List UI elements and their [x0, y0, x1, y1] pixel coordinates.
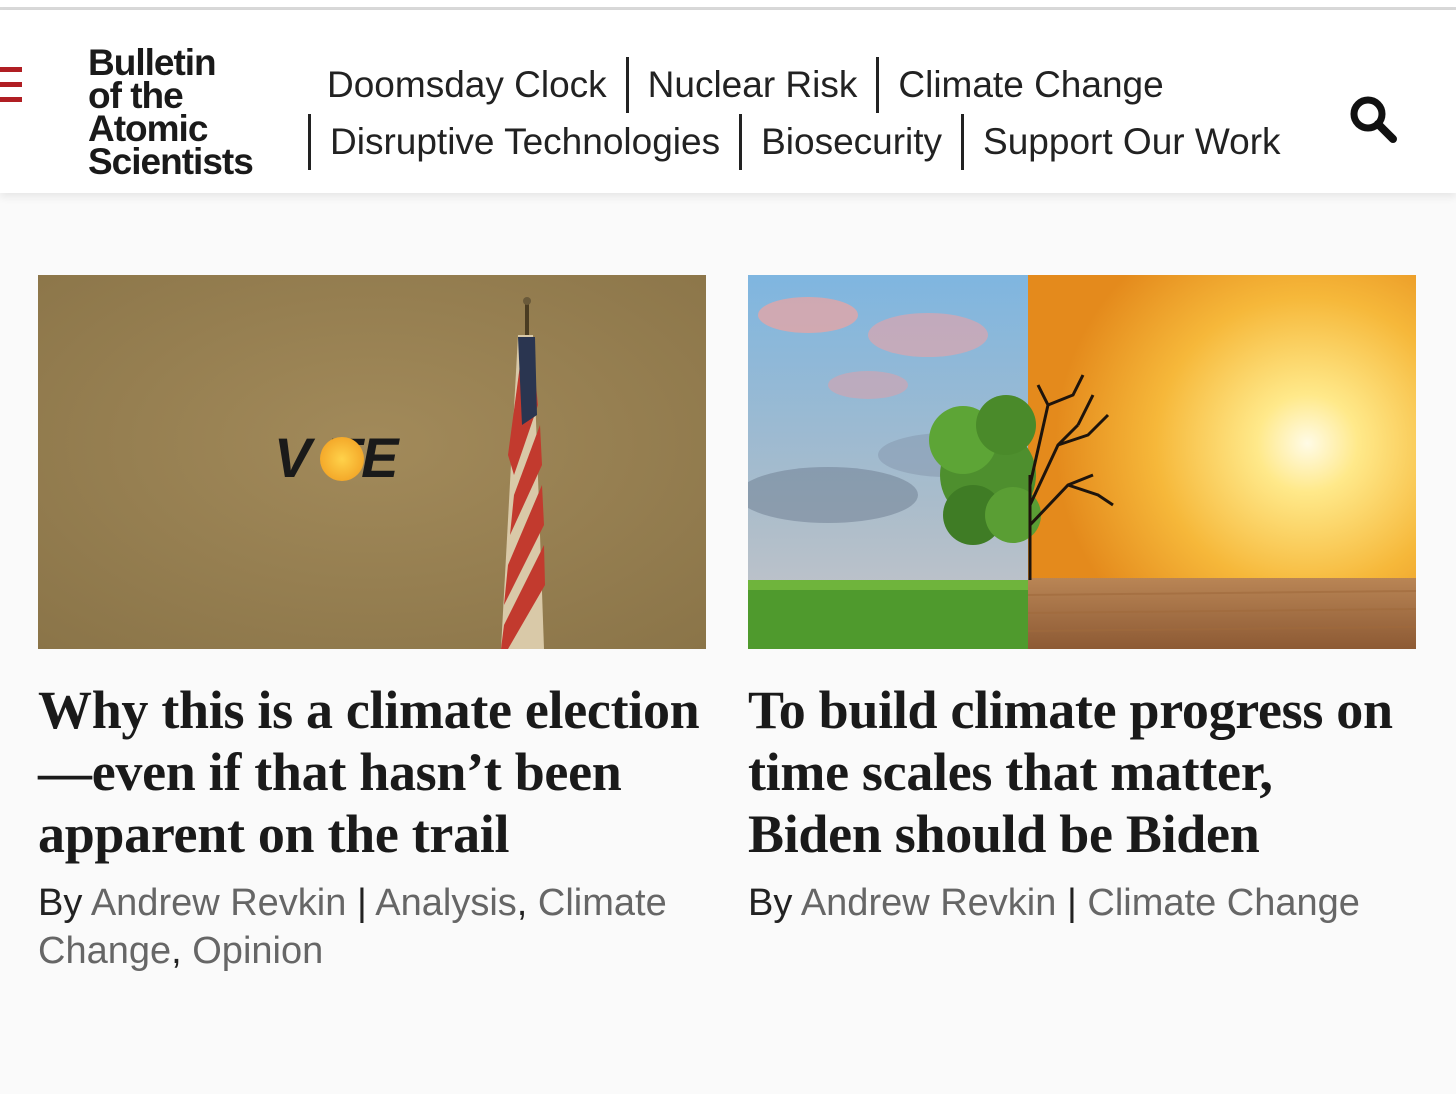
meta-separator: |: [356, 882, 367, 924]
logo-line: Scientists: [88, 141, 254, 182]
green-tree: [929, 395, 1041, 545]
nav-disruptive-technologies[interactable]: Disruptive Technologies: [311, 114, 739, 170]
search-icon[interactable]: [1346, 92, 1400, 146]
category-link[interactable]: Climate Change: [1087, 882, 1359, 924]
nav-biosecurity[interactable]: Biosecurity: [742, 114, 961, 170]
nav-doomsday-clock[interactable]: Doomsday Clock: [308, 57, 626, 113]
byline-prefix: By: [748, 882, 793, 924]
top-border: [0, 0, 1456, 10]
author-link[interactable]: Andrew Revkin: [801, 882, 1057, 924]
hamburger-menu-icon[interactable]: [0, 67, 22, 103]
article-card: To build climate progress on time scales…: [748, 275, 1416, 927]
author-link[interactable]: Andrew Revkin: [91, 882, 347, 924]
article-meta: By Andrew Revkin | Analysis, Climate Cha…: [38, 882, 667, 972]
article-title[interactable]: To build climate progress on time scales…: [748, 679, 1416, 865]
nav-row-2: Disruptive Technologies Biosecurity Supp…: [308, 114, 1300, 170]
nav-climate-change[interactable]: Climate Change: [879, 57, 1182, 113]
byline-prefix: By: [38, 882, 83, 924]
sun-o: [320, 437, 364, 481]
nav-support-our-work[interactable]: Support Our Work: [964, 114, 1299, 170]
nav-row-1: Doomsday Clock Nuclear Risk Climate Chan…: [308, 57, 1183, 113]
nav-nuclear-risk[interactable]: Nuclear Risk: [629, 57, 877, 113]
article-card: V TE Why this is a climate election—even…: [38, 275, 706, 975]
category-link[interactable]: Analysis: [375, 882, 517, 924]
site-header: Bulletin of the Atomic Scientists Doomsd…: [0, 10, 1456, 193]
tree-climate-image[interactable]: [748, 275, 1416, 649]
category-link[interactable]: Opinion: [192, 930, 323, 972]
site-logo[interactable]: Bulletin of the Atomic Scientists: [88, 44, 254, 182]
article-meta: By Andrew Revkin | Climate Change: [748, 879, 1416, 927]
article-title[interactable]: Why this is a climate election—even if t…: [38, 679, 706, 865]
meta-separator: |: [1066, 882, 1077, 924]
vote-flag-image[interactable]: V TE: [38, 275, 706, 649]
